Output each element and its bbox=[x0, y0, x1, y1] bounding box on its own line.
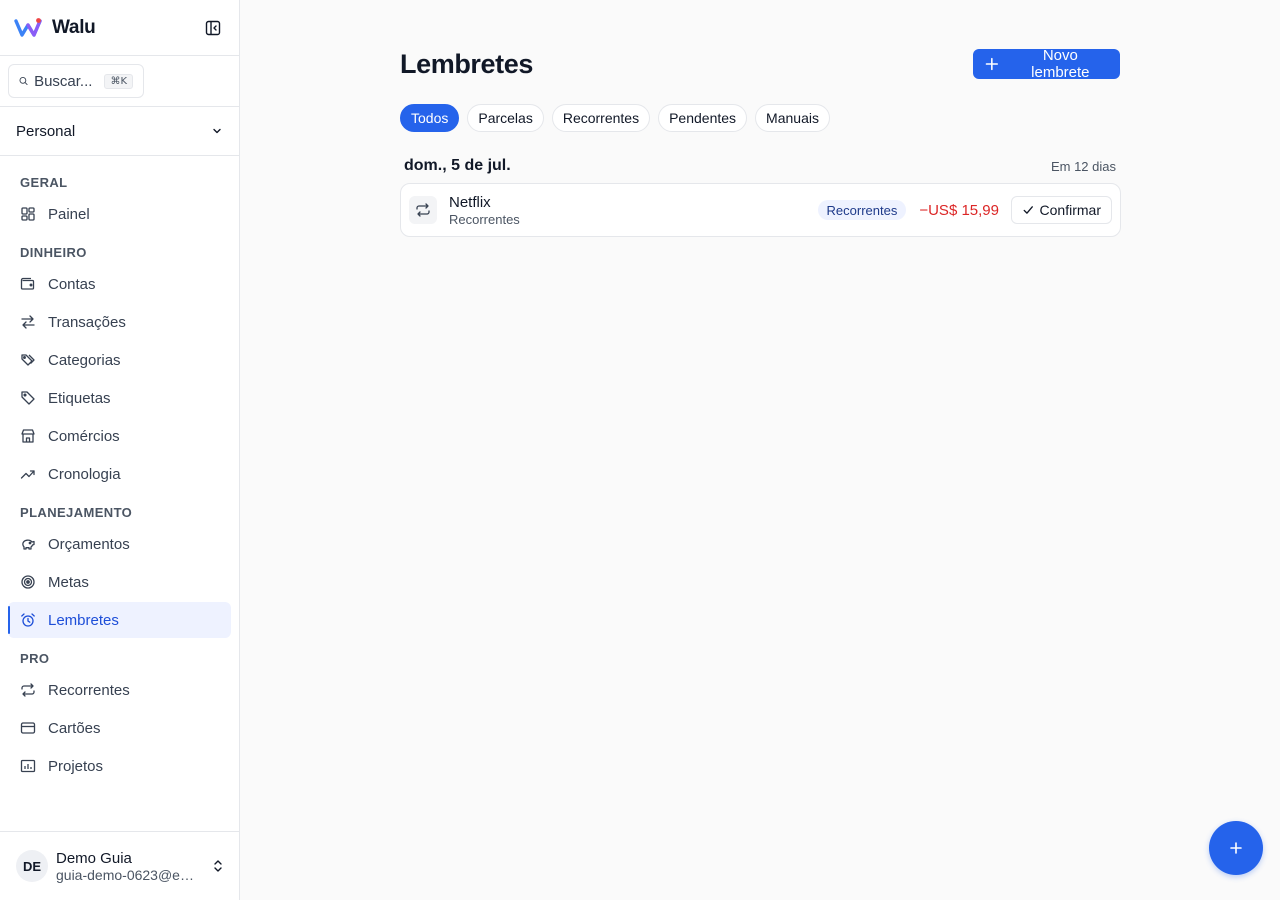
reminder-text: Netflix Recorrentes bbox=[449, 194, 520, 227]
sidebar-item-label: Transações bbox=[48, 313, 126, 331]
filter-parcelas[interactable]: Parcelas bbox=[467, 104, 544, 132]
search-icon bbox=[19, 76, 28, 86]
nav-section-title: PRO bbox=[20, 651, 50, 666]
sidebar-item-metas[interactable]: Metas bbox=[8, 564, 231, 600]
sidebar-nav: GERAL Painel DINHEIRO Contas Transações … bbox=[0, 156, 239, 784]
sidebar-item-label: Etiquetas bbox=[48, 389, 111, 407]
repeat-icon bbox=[21, 683, 35, 697]
sidebar-item-label: Cronologia bbox=[48, 465, 121, 483]
reminder-subtitle: Recorrentes bbox=[449, 211, 520, 227]
reminder-title: Netflix bbox=[449, 193, 491, 211]
walu-logo-icon bbox=[14, 17, 42, 37]
collapse-sidebar-button[interactable] bbox=[203, 18, 223, 38]
tags-icon bbox=[21, 354, 35, 366]
nav-section-title: PLANEJAMENTO bbox=[20, 505, 133, 520]
tag-icon bbox=[21, 391, 35, 405]
filter-manuais[interactable]: Manuais bbox=[755, 104, 830, 132]
sidebar-item-label: Recorrentes bbox=[48, 681, 130, 699]
target-icon bbox=[21, 575, 35, 589]
sidebar-item-label: Contas bbox=[48, 275, 96, 293]
user-email: guia-demo-0623@ex... bbox=[56, 866, 196, 883]
folder-chart-icon bbox=[20, 759, 36, 773]
filter-todos[interactable]: Todos bbox=[400, 104, 460, 132]
sidebar-item-label: Orçamentos bbox=[48, 535, 130, 553]
check-icon bbox=[1023, 206, 1033, 214]
sidebar-item-cronologia[interactable]: Cronologia bbox=[8, 456, 231, 492]
sidebar-item-label: Cartões bbox=[48, 719, 101, 737]
group-date: dom., 5 de jul. bbox=[404, 157, 511, 174]
date-group-header: dom., 5 de jul. Em 12 dias bbox=[404, 156, 1116, 176]
sidebar-item-comercios[interactable]: Comércios bbox=[8, 418, 231, 454]
avatar: DE bbox=[16, 850, 48, 882]
confirm-label: Confirmar bbox=[1039, 202, 1101, 218]
sidebar-item-categorias[interactable]: Categorias bbox=[8, 342, 231, 378]
workspace-selector[interactable]: Personal bbox=[0, 107, 239, 156]
chevron-down-icon bbox=[213, 128, 221, 134]
main-content: Lembretes Novo lembrete Todos Parcelas R… bbox=[240, 0, 1280, 900]
search-shortcut: ⌘K bbox=[104, 73, 133, 89]
sidebar-item-cartoes[interactable]: Cartões bbox=[8, 710, 231, 746]
status-badge: Recorrentes bbox=[817, 200, 907, 220]
reminder-amount: −US$ 15,99 bbox=[919, 201, 999, 219]
brand-header: Walu bbox=[0, 0, 239, 56]
sidebar-item-label: Painel bbox=[48, 205, 90, 223]
sidebar-item-etiquetas[interactable]: Etiquetas bbox=[8, 380, 231, 416]
search-input[interactable]: Buscar... ⌘K bbox=[8, 64, 144, 98]
group-relative-date: Em 12 dias bbox=[1050, 158, 1116, 174]
search-placeholder: Buscar... bbox=[34, 72, 93, 90]
nav-section-title: DINHEIRO bbox=[20, 245, 87, 260]
sidebar-item-label: Lembretes bbox=[48, 611, 119, 629]
reminder-row[interactable]: Netflix Recorrentes Recorrentes −US$ 15,… bbox=[400, 183, 1121, 237]
plus-icon bbox=[985, 57, 999, 71]
app-name: Walu bbox=[52, 16, 96, 38]
sidebar-item-label: Metas bbox=[48, 573, 89, 591]
user-name: Demo Guia bbox=[56, 849, 132, 867]
sidebar-item-painel[interactable]: Painel bbox=[8, 196, 231, 232]
chevron-up-down-icon bbox=[214, 860, 222, 872]
reminder-meta: Recorrentes −US$ 15,99 Confirmar bbox=[817, 196, 1112, 224]
sidebar-item-lembretes[interactable]: Lembretes bbox=[8, 602, 231, 638]
sidebar-item-orcamentos[interactable]: Orçamentos bbox=[8, 526, 231, 562]
workspace-name: Personal bbox=[16, 122, 76, 140]
filter-recorrentes[interactable]: Recorrentes bbox=[551, 104, 651, 132]
trending-up-icon bbox=[20, 470, 35, 479]
wallet-icon bbox=[20, 277, 35, 290]
alarm-clock-icon bbox=[21, 613, 35, 627]
nav-section-title: GERAL bbox=[20, 175, 68, 190]
repeat-icon bbox=[416, 203, 430, 217]
arrows-exchange-icon bbox=[21, 315, 35, 329]
new-reminder-label: Novo lembrete bbox=[1031, 47, 1090, 81]
sidebar-item-label: Comércios bbox=[48, 427, 120, 445]
sidebar-item-label: Categorias bbox=[48, 351, 121, 369]
sidebar-item-transacoes[interactable]: Transações bbox=[8, 304, 231, 340]
dashboard-icon bbox=[21, 207, 35, 221]
page-title: Lembretes bbox=[400, 48, 533, 79]
sidebar-item-label: Projetos bbox=[48, 757, 104, 775]
reminder-type-icon-box bbox=[409, 196, 437, 224]
confirm-button[interactable]: Confirmar bbox=[1011, 196, 1112, 224]
new-reminder-button[interactable]: Novo lembrete bbox=[973, 47, 1120, 81]
sidebar-toggle-icon bbox=[205, 20, 221, 35]
filter-tabs: Todos Parcelas Recorrentes Pendentes Man… bbox=[400, 104, 830, 132]
floating-add-button[interactable] bbox=[1209, 821, 1263, 875]
sidebar-item-contas[interactable]: Contas bbox=[8, 266, 231, 302]
filter-pendentes[interactable]: Pendentes bbox=[658, 104, 748, 132]
user-info: Demo Guia guia-demo-0623@ex... bbox=[56, 850, 196, 883]
user-menu[interactable]: DE Demo Guia guia-demo-0623@ex... bbox=[0, 831, 240, 900]
plus-icon bbox=[1230, 842, 1242, 854]
page-header: Lembretes Novo lembrete bbox=[400, 47, 1120, 81]
search-container: Buscar... ⌘K bbox=[0, 56, 239, 107]
sidebar-item-recorrentes[interactable]: Recorrentes bbox=[8, 672, 231, 708]
store-icon bbox=[21, 429, 35, 443]
piggy-bank-icon bbox=[22, 539, 35, 550]
sidebar-item-projetos[interactable]: Projetos bbox=[8, 748, 231, 784]
sidebar: Walu Buscar... ⌘K Personal GERAL Painel … bbox=[0, 0, 240, 900]
credit-card-icon bbox=[20, 722, 36, 734]
